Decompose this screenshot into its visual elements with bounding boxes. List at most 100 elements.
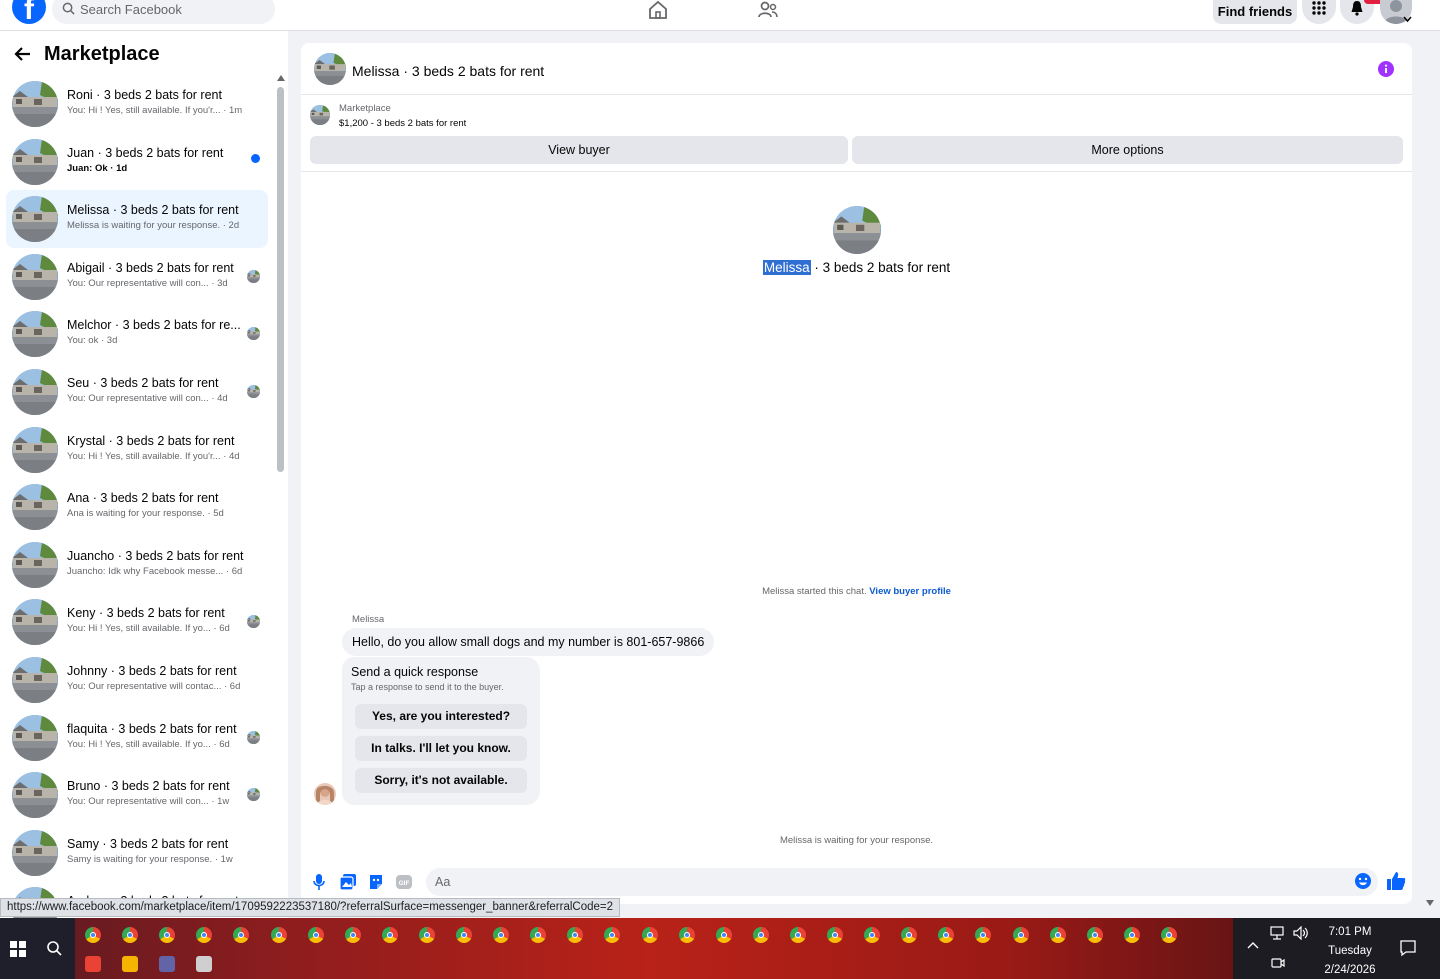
chrome-taskbar-icon[interactable] (1086, 927, 1103, 943)
chrome-taskbar-icon[interactable] (159, 927, 176, 943)
taskbar-search-icon[interactable] (46, 940, 62, 956)
taskbar-app-icon[interactable] (196, 956, 212, 972)
conversation-name: Samy · 3 beds 2 bats for rent (67, 836, 229, 851)
info-icon[interactable] (1378, 61, 1394, 77)
chrome-taskbar-icon[interactable] (938, 927, 955, 943)
chrome-taskbar-icon[interactable] (270, 927, 287, 943)
camera-indicator-icon[interactable] (1271, 956, 1285, 970)
scrollbar-thumb[interactable] (277, 87, 284, 472)
seen-avatar-icon (247, 269, 260, 283)
scroll-up-arrow-icon[interactable] (277, 75, 285, 81)
chrome-taskbar-icon[interactable] (678, 927, 695, 943)
conversation-name: Juancho · 3 beds 2 bats for rent (67, 548, 244, 563)
conversation-item[interactable]: Ana · 3 beds 2 bats for rent Ana is waiti… (6, 478, 268, 536)
windows-taskbar: 7:01 PM Tuesday 2/24/2026 (0, 918, 1440, 979)
chrome-taskbar-icon[interactable] (827, 927, 843, 943)
conversation-thumbnail (12, 599, 58, 646)
conversation-item[interactable]: Melissa · 3 beds 2 bats for rent Melissa … (6, 190, 268, 248)
conversation-item[interactable]: flaquita · 3 beds 2 bats for rent You: Hi… (6, 709, 268, 767)
conversation-thumbnail (12, 81, 58, 127)
conversation-item[interactable]: Bruno · 3 beds 2 bats for rent You: Our r… (6, 766, 268, 824)
menu-button[interactable] (1302, 0, 1336, 24)
network-icon[interactable] (1270, 926, 1286, 940)
facebook-logo-icon[interactable]: f (12, 0, 46, 24)
message-input[interactable] (426, 868, 1378, 896)
chrome-taskbar-icon[interactable] (85, 927, 101, 943)
chrome-taskbar-icon[interactable] (975, 927, 992, 943)
sidebar-scrollbar[interactable] (276, 75, 286, 918)
sender-avatar[interactable] (314, 783, 336, 805)
seen-avatar-icon (247, 327, 260, 341)
chevron-down-icon[interactable] (1403, 16, 1412, 23)
chrome-taskbar-icon[interactable] (604, 927, 621, 943)
quick-response-yes-button[interactable]: Yes, are you interested? (355, 704, 527, 729)
conversation-thumbnail (12, 772, 58, 819)
conversation-item[interactable]: Abigail · 3 beds 2 bats for rent You: Our… (6, 248, 268, 306)
home-icon[interactable] (647, 0, 669, 20)
conversation-item[interactable]: Samy · 3 beds 2 bats for rent Samy is wai… (6, 824, 268, 882)
chrome-taskbar-icon[interactable] (864, 927, 881, 943)
quick-response-in-talks-button[interactable]: In talks. I'll let you know. (355, 736, 527, 761)
conversation-item[interactable]: Krystal · 3 beds 2 bats for rent You: Hi … (6, 421, 268, 479)
taskbar-app-icon[interactable] (159, 956, 175, 972)
conversation-item[interactable]: Juancho · 3 beds 2 bats for rent Juancho:… (6, 536, 268, 594)
chrome-taskbar-icon[interactable] (344, 927, 361, 943)
windows-start-icon[interactable] (10, 941, 26, 957)
conversation-item[interactable]: Melchor · 3 beds 2 bats for re... You: ok… (6, 305, 268, 363)
microphone-icon[interactable] (313, 874, 325, 890)
friends-icon[interactable] (757, 0, 779, 20)
chrome-taskbar-icon[interactable] (1012, 927, 1029, 943)
search-input[interactable] (80, 2, 260, 17)
listing-price[interactable]: $1,200 - 3 beds 2 bats for rent (339, 118, 466, 129)
find-friends-button[interactable]: Find friends (1213, 0, 1297, 24)
conversation-thumbnail (12, 253, 58, 300)
conversation-item[interactable]: Juan · 3 beds 2 bats for rent Juan: Ok · … (6, 133, 268, 191)
listing-thumbnail[interactable] (314, 53, 346, 85)
back-arrow-icon[interactable] (14, 46, 32, 62)
conversation-preview: Juan: Ok · 1d (67, 162, 128, 174)
chrome-taskbar-icon[interactable] (418, 927, 435, 943)
chrome-taskbar-icon[interactable] (641, 927, 658, 943)
view-buyer-button[interactable]: View buyer (310, 136, 848, 164)
chrome-taskbar-icon[interactable] (1049, 927, 1066, 943)
gif-icon[interactable]: GIF (396, 874, 412, 890)
view-buyer-profile-link[interactable]: View buyer profile (869, 586, 951, 597)
taskbar-clock[interactable]: 7:01 PM Tuesday 2/24/2026 (1310, 923, 1390, 979)
more-options-button[interactable]: More options (852, 136, 1403, 164)
quick-response-not-available-button[interactable]: Sorry, it's not available. (355, 768, 527, 793)
taskbar-app-icon[interactable] (122, 956, 138, 972)
listing-thumbnail-small[interactable] (310, 105, 330, 125)
chrome-taskbar-icon[interactable] (381, 927, 398, 943)
notification-center-icon[interactable] (1399, 939, 1417, 957)
search-box[interactable] (52, 0, 275, 24)
chrome-taskbar-icon[interactable] (1123, 927, 1140, 943)
chrome-taskbar-icon[interactable] (122, 927, 139, 943)
chrome-taskbar-icon[interactable] (567, 927, 584, 943)
thumbs-up-icon[interactable] (1386, 871, 1406, 891)
chrome-taskbar-icon[interactable] (307, 927, 324, 943)
volume-icon[interactable] (1293, 926, 1309, 940)
quick-response-subtitle: Tap a response to send it to the buyer. (351, 682, 504, 692)
sticker-icon[interactable] (368, 874, 384, 890)
photo-icon[interactable] (340, 874, 356, 890)
chrome-taskbar-icon[interactable] (1160, 927, 1177, 943)
chrome-taskbar-icon[interactable] (233, 927, 250, 943)
chevron-up-icon[interactable] (1247, 941, 1259, 949)
page-scroll-down-arrow-icon[interactable] (1426, 900, 1434, 906)
chrome-taskbar-icon[interactable] (456, 927, 472, 943)
chrome-taskbar-icon[interactable] (715, 927, 732, 943)
conversation-item[interactable]: Roni · 3 beds 2 bats for rent You: Hi ! Y… (6, 75, 268, 133)
conversation-item[interactable]: Johnny · 3 beds 2 bats for rent You: Our … (6, 651, 268, 709)
chrome-taskbar-icon[interactable] (196, 927, 213, 943)
chrome-taskbar-icon[interactable] (901, 927, 918, 943)
chat-title[interactable]: Melissa · 3 beds 2 bats for rent (352, 63, 544, 79)
emoji-icon[interactable] (1354, 872, 1372, 890)
svg-text:GIF: GIF (399, 880, 410, 887)
conversation-item[interactable]: Seu · 3 beds 2 bats for rent You: Our rep… (6, 363, 268, 421)
chrome-taskbar-icon[interactable] (493, 927, 510, 943)
chrome-taskbar-icon[interactable] (530, 927, 547, 943)
chrome-taskbar-icon[interactable] (789, 927, 806, 943)
conversation-item[interactable]: Keny · 3 beds 2 bats for rent You: Hi ! Y… (6, 593, 268, 651)
taskbar-app-icon[interactable] (85, 956, 101, 972)
chrome-taskbar-icon[interactable] (752, 927, 769, 943)
